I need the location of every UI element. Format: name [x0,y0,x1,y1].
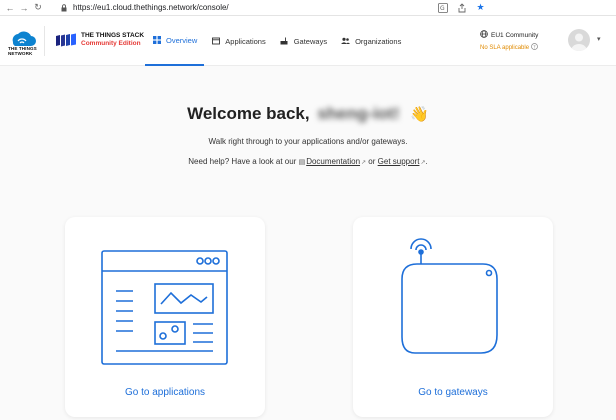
lock-icon[interactable] [59,3,69,12]
header-divider [44,26,45,56]
product-title: THE THINGS STACK [81,32,145,39]
go-to-applications-link[interactable]: Go to applications [65,387,265,398]
nav-applications-label: Applications [225,36,266,46]
application-icon [211,37,220,46]
back-arrow-icon[interactable]: ← [3,1,17,15]
nav-overview[interactable]: Overview [145,16,205,66]
globe-icon [480,30,488,40]
browser-toolbar: ← → ↻ https://eu1.cloud.thethings.networ… [0,0,616,16]
help-or: or [368,157,376,166]
chevron-down-icon[interactable]: ▾ [597,35,601,43]
go-to-gateways-link[interactable]: Go to gateways [353,387,553,398]
username-blurred: sheng-iot! [317,104,400,123]
translate-icon[interactable]: G [437,2,448,13]
gateway-icon [280,37,289,46]
support-link[interactable]: Get support [378,157,420,166]
nav-applications[interactable]: Applications [204,16,272,66]
app-header: THE THINGS NETWORK THE THINGS STACK Comm… [0,16,616,66]
user-avatar[interactable] [568,29,590,51]
help-circle-icon[interactable]: ? [531,43,538,52]
product-edition: Community Edition [81,40,141,47]
nav-gateways-label: Gateways [293,36,328,46]
people-icon [341,37,351,46]
svg-text:G: G [440,5,445,12]
waving-hand-icon: 👋 [410,106,429,123]
tts-logo-icon[interactable] [55,33,77,47]
share-icon[interactable] [456,2,467,13]
cluster-selector[interactable]: EU1 Community No SLA applicable ? [480,30,538,52]
nav-overview-label: Overview [166,35,198,45]
welcome-heading: Welcome back, sheng-iot! 👋 [0,104,616,124]
book-icon: ▤ [298,159,306,166]
nav-organizations-label: Organizations [355,36,402,46]
gateway-illustration-icon [401,238,498,354]
cluster-sla: No SLA applicable [480,44,530,51]
external-link-icon: ↗ [361,160,367,166]
ttn-logo-text: THE THINGS NETWORK [8,46,37,56]
welcome-prefix: Welcome back, [187,104,310,123]
documentation-link[interactable]: Documentation [306,157,360,166]
bookmark-star-icon[interactable]: ★ [475,2,486,13]
nav-gateways[interactable]: Gateways [273,16,334,66]
grid-icon [152,36,161,45]
reload-icon[interactable]: ↻ [31,1,45,15]
browser-actions: G ★ [437,2,486,13]
gateways-card[interactable]: Go to gateways [353,217,553,417]
application-illustration-icon [101,250,228,365]
welcome-subtitle: Walk right through to your applications … [208,137,408,146]
help-prefix: Need help? Have a look at our [188,157,297,166]
cluster-name: EU1 Community [491,31,539,39]
help-suffix: . [425,157,428,166]
help-line: Need help? Have a look at our ▤Documenta… [0,157,616,166]
forward-arrow-icon[interactable]: → [17,1,31,15]
main-nav: Overview Applications Gateways Organizat… [145,16,408,66]
address-bar[interactable]: https://eu1.cloud.thethings.network/cons… [73,3,229,12]
nav-organizations[interactable]: Organizations [334,16,408,66]
applications-card[interactable]: Go to applications [65,217,265,417]
